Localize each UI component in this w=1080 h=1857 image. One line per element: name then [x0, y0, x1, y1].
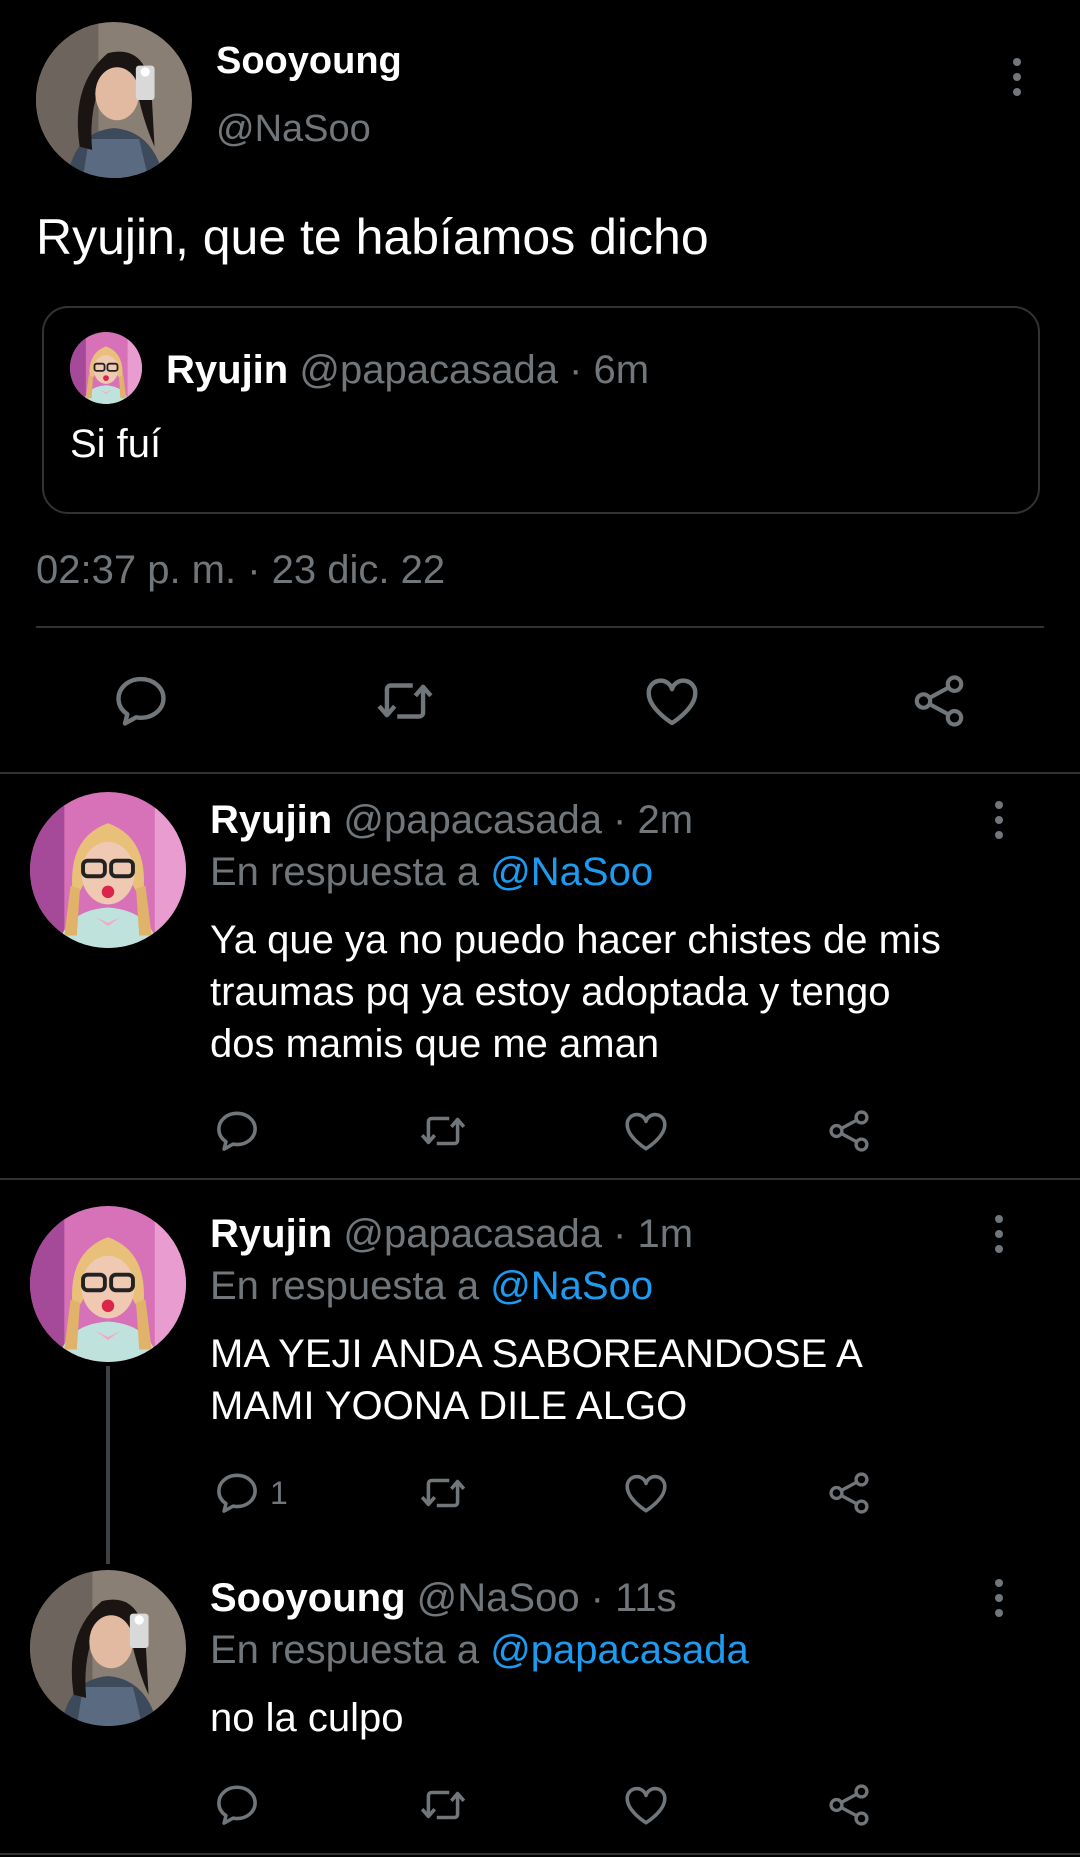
share-button[interactable] — [908, 670, 970, 732]
tweet-text: no la culpo — [210, 1692, 403, 1744]
more-vertical-icon[interactable] — [992, 801, 1006, 839]
more-vertical-icon[interactable] — [992, 1579, 1006, 1617]
reply-icon — [110, 670, 172, 732]
author-name[interactable]: Sooyoung — [216, 40, 402, 83]
retweet-button[interactable] — [418, 1780, 468, 1830]
tweet-text-line: dos mamis que me aman — [210, 1022, 660, 1066]
reply-to-link[interactable]: @NaSoo — [490, 850, 653, 894]
reply-prefix: En respuesta a — [210, 850, 480, 894]
reply-button[interactable] — [212, 1780, 262, 1830]
more-vertical-icon[interactable] — [1010, 58, 1024, 96]
reply-to-link[interactable]: @NaSoo — [490, 1264, 653, 1308]
reply-prefix: En respuesta a — [210, 1264, 480, 1308]
heart-icon — [621, 1106, 671, 1156]
like-button[interactable] — [621, 1106, 671, 1156]
reply-button[interactable] — [212, 1106, 262, 1156]
tweet-text: MA YEJI ANDA SABOREANDOSE A MAMI YOONA D… — [210, 1328, 863, 1432]
divider — [0, 772, 1080, 774]
tweet-text-line: MA YEJI ANDA SABOREANDOSE A — [210, 1332, 863, 1376]
heart-icon — [621, 1468, 671, 1518]
tweet-text-line: no la culpo — [210, 1696, 404, 1740]
tweet-text: Ryujin, que te habíamos dicho — [36, 209, 709, 265]
reply-prefix: En respuesta a — [210, 1628, 480, 1672]
retweet-button[interactable] — [374, 670, 436, 732]
share-icon — [824, 1468, 874, 1518]
avatar-ryujin[interactable] — [30, 792, 186, 948]
author-meta: @papacasada · 2m — [343, 798, 694, 842]
retweet-icon — [374, 670, 436, 732]
quoted-tweet[interactable]: Ryujin @papacasada · 6m Si fuí — [42, 306, 1040, 514]
reply-icon — [212, 1780, 262, 1830]
heart-icon — [641, 670, 703, 732]
like-button[interactable] — [621, 1468, 671, 1518]
retweet-icon — [418, 1780, 468, 1830]
thread-line — [106, 1366, 110, 1564]
retweet-button[interactable] — [418, 1468, 468, 1518]
reply-count: 1 — [270, 1474, 288, 1511]
author-meta: @papacasada · 1m — [343, 1212, 694, 1256]
share-button[interactable] — [824, 1468, 874, 1518]
avatar-sooyoung[interactable] — [36, 22, 192, 178]
avatar-ryujin — [70, 332, 142, 404]
share-icon — [824, 1106, 874, 1156]
tweet-text-line: MAMI YOONA DILE ALGO — [210, 1384, 688, 1428]
like-button[interactable] — [621, 1780, 671, 1830]
reply-button[interactable]: 1 — [212, 1468, 288, 1518]
like-button[interactable] — [641, 670, 703, 732]
share-icon — [824, 1780, 874, 1830]
reply-button[interactable] — [110, 670, 172, 732]
author-name[interactable]: Ryujin — [210, 798, 332, 842]
quoted-author-name: Ryujin — [166, 348, 289, 392]
tweet-text-line: traumas pq ya estoy adoptada y tengo — [210, 970, 891, 1014]
share-button[interactable] — [824, 1780, 874, 1830]
author-meta: @NaSoo · 11s — [416, 1576, 677, 1620]
tweet-text-line: Ya que ya no puedo hacer chistes de mis — [210, 918, 941, 962]
author-name[interactable]: Sooyoung — [210, 1576, 406, 1620]
share-button[interactable] — [824, 1106, 874, 1156]
retweet-button[interactable] — [418, 1106, 468, 1156]
tweet-text: Ya que ya no puedo hacer chistes de mis … — [210, 914, 941, 1070]
tweet-timestamp: 02:37 p. m. · 23 dic. 22 — [36, 548, 446, 592]
divider — [0, 1853, 1080, 1855]
heart-icon — [621, 1780, 671, 1830]
reply-to-link[interactable]: @papacasada — [490, 1628, 749, 1672]
avatar-ryujin[interactable] — [30, 1206, 186, 1362]
divider — [36, 626, 1044, 628]
reply-icon — [212, 1468, 262, 1518]
author-handle[interactable]: @NaSoo — [216, 108, 371, 151]
quoted-text: Si fuí — [70, 422, 162, 466]
retweet-icon — [418, 1468, 468, 1518]
avatar-sooyoung[interactable] — [30, 1570, 186, 1726]
author-name[interactable]: Ryujin — [210, 1212, 332, 1256]
more-vertical-icon[interactable] — [992, 1215, 1006, 1253]
share-icon — [908, 670, 970, 732]
retweet-icon — [418, 1106, 468, 1156]
quoted-meta: @papacasada · 6m — [299, 348, 650, 392]
reply-icon — [212, 1106, 262, 1156]
divider — [0, 1178, 1080, 1180]
